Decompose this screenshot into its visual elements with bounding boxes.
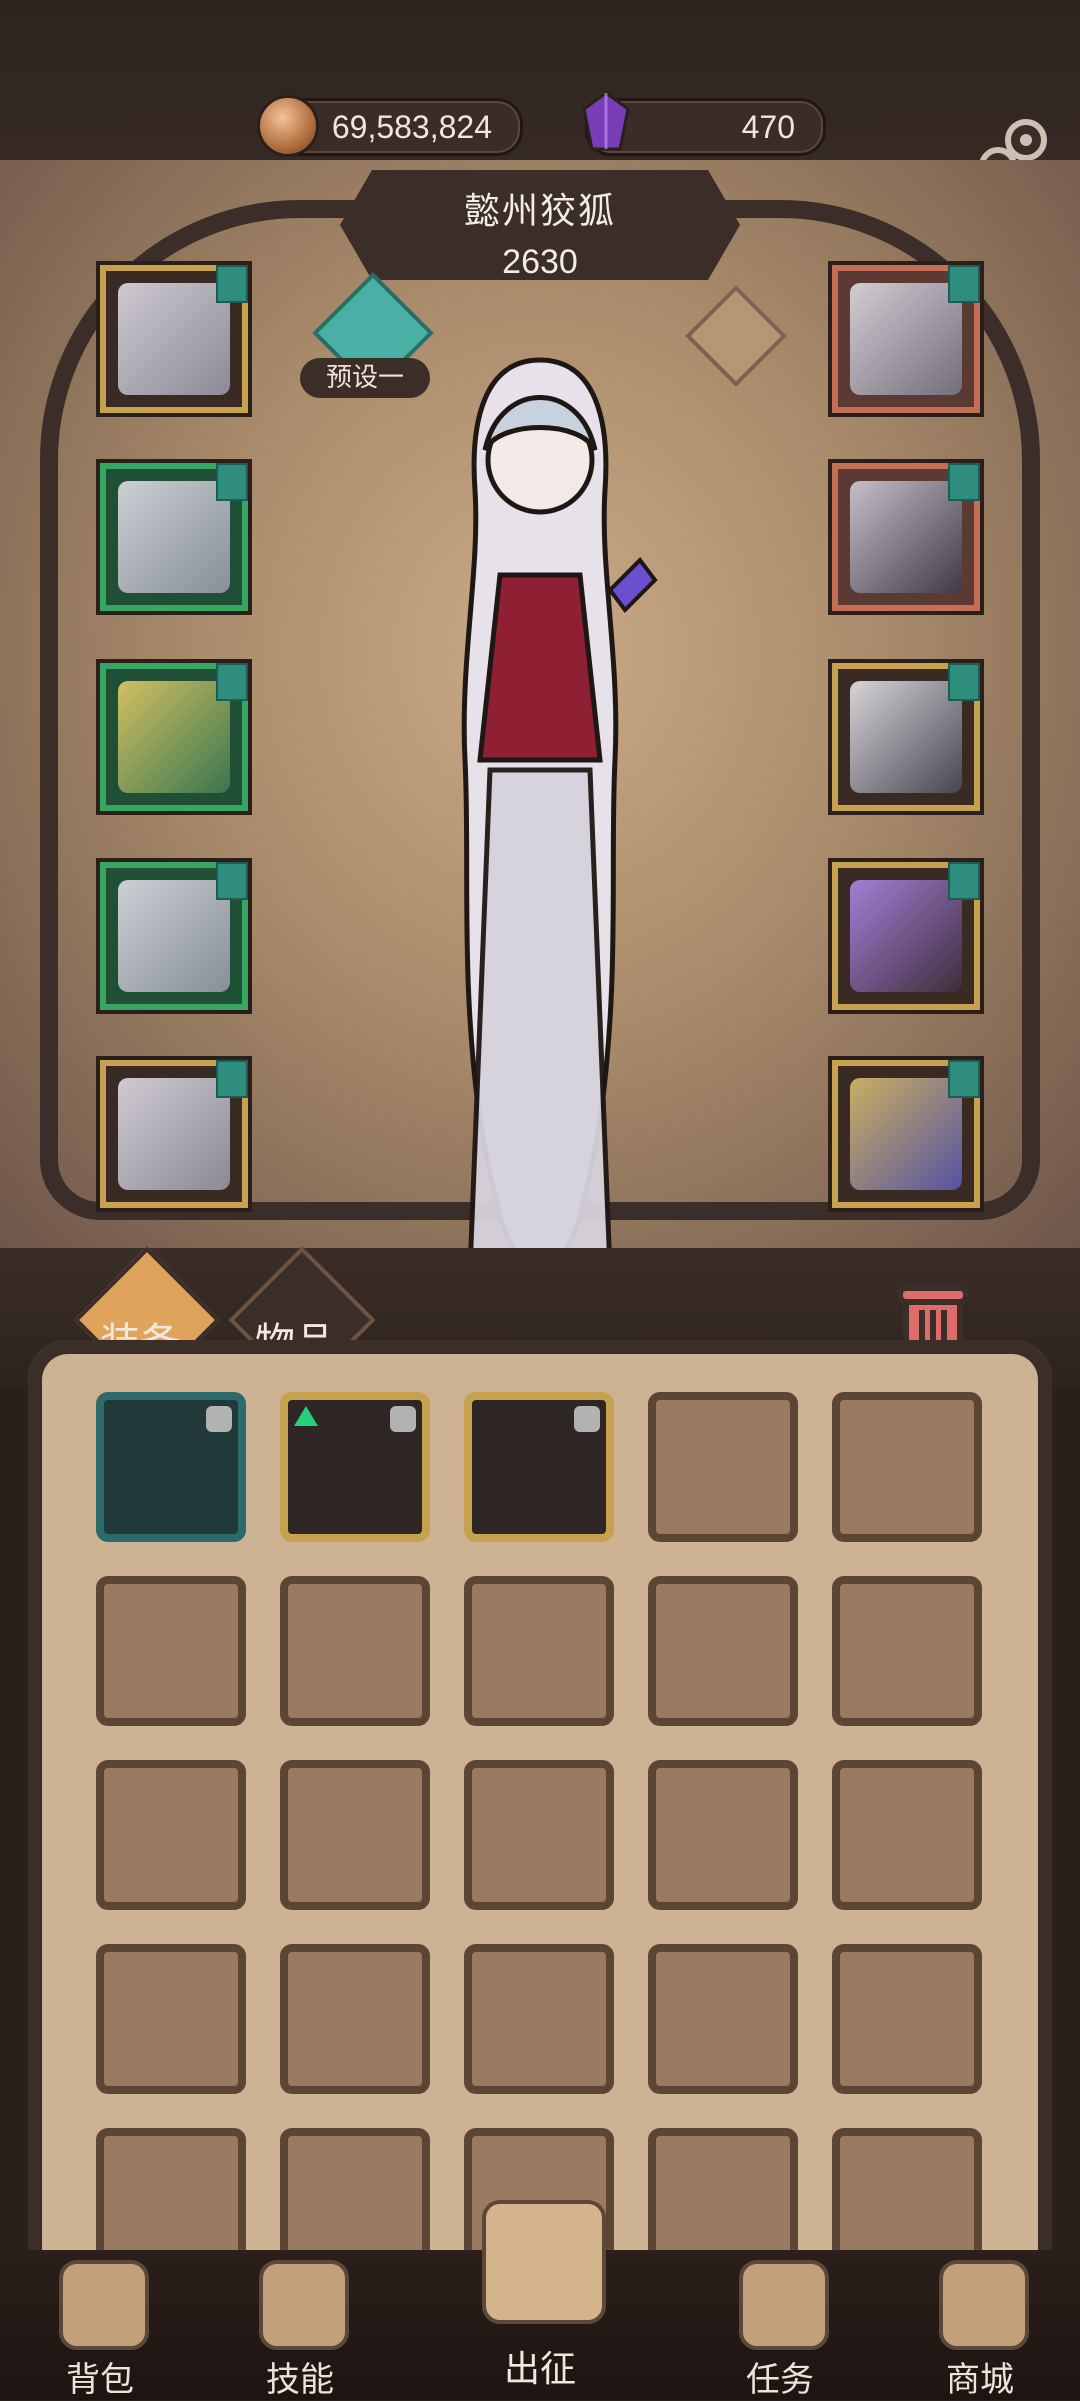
inventory-slot-empty[interactable]: [832, 1392, 982, 1542]
purple-gem-icon: [582, 91, 630, 151]
gold-currency[interactable]: 69,583,824: [257, 95, 523, 157]
nav-tasks-label: 任务: [746, 2360, 814, 2400]
equip-slot-offhand[interactable]: [832, 1060, 980, 1208]
lock-icon: [574, 1406, 600, 1432]
nav-tasks[interactable]: 任务: [695, 2260, 865, 2400]
gold-coin-icon: [257, 95, 319, 157]
nav-skills-label: 技能: [266, 2360, 334, 2400]
inventory-slot-empty[interactable]: [96, 1576, 246, 1726]
inventory-slot-empty[interactable]: [832, 1576, 982, 1726]
spellbook-icon: [850, 1078, 962, 1190]
boots-icon: [118, 1078, 230, 1190]
slot-tag-icon: [948, 663, 980, 701]
slot-tag-icon: [216, 862, 248, 900]
staff-icon: [850, 880, 962, 992]
inventory-slot-empty[interactable]: [464, 1576, 614, 1726]
inventory-slot-empty[interactable]: [832, 1944, 982, 2094]
slot-tag-icon: [948, 1060, 980, 1098]
slot-tag-icon: [216, 265, 248, 303]
helmet-icon: [118, 283, 230, 395]
slot-tag-icon: [216, 1060, 248, 1098]
equip-slot-ring-1[interactable]: [832, 463, 980, 611]
equip-slot-weapon[interactable]: [832, 862, 980, 1010]
equip-slot-emblem[interactable]: [100, 663, 248, 811]
nav-shop-label: 商城: [946, 2360, 1014, 2400]
slot-tag-icon: [948, 265, 980, 303]
inventory-slot-empty[interactable]: [96, 1944, 246, 2094]
inventory-slot[interactable]: [96, 1392, 246, 1542]
equip-slot-helmet[interactable]: [100, 265, 248, 413]
equip-slot-boots[interactable]: [100, 1060, 248, 1208]
gem-currency[interactable]: 470: [582, 91, 826, 156]
shop-crest-icon: [939, 2260, 1029, 2350]
inventory-slot-empty[interactable]: [648, 1576, 798, 1726]
inventory-slot-empty[interactable]: [96, 1760, 246, 1910]
upgrade-arrow-icon: [294, 1406, 318, 1426]
inventory-slot-empty[interactable]: [280, 1576, 430, 1726]
slot-tag-icon: [216, 663, 248, 701]
inventory-slot-empty[interactable]: [464, 1760, 614, 1910]
nav-backpack[interactable]: 背包: [15, 2260, 185, 2400]
equip-slot-armor[interactable]: [100, 463, 248, 611]
nav-expedition-label: 出征: [503, 2349, 576, 2390]
inventory-slot-empty[interactable]: [648, 1392, 798, 1542]
skills-book-icon: [259, 2260, 349, 2350]
emblem-icon: [118, 681, 230, 793]
ring-icon: [850, 681, 962, 793]
character-name: 懿州狡狐: [463, 191, 616, 232]
inventory-slot-empty[interactable]: [464, 1944, 614, 2094]
equip-slot-ring-2[interactable]: [832, 663, 980, 811]
slot-tag-icon: [948, 862, 980, 900]
gem-amount: 470: [741, 109, 795, 145]
equip-slot-necklace[interactable]: [832, 265, 980, 413]
slot-tag-icon: [216, 463, 248, 501]
nav-backpack-label: 背包: [66, 2360, 134, 2400]
equip-slot-legs[interactable]: [100, 862, 248, 1010]
inventory-slot-empty[interactable]: [280, 1944, 430, 2094]
inventory-slot-empty[interactable]: [648, 1944, 798, 2094]
backpack-icon: [59, 2260, 149, 2350]
tasks-scroll-icon: [739, 2260, 829, 2350]
inventory-slot[interactable]: [464, 1392, 614, 1542]
inventory-slot-empty[interactable]: [280, 1760, 430, 1910]
necklace-icon: [850, 283, 962, 395]
nav-expedition[interactable]: 出征: [430, 2180, 650, 2390]
pants-icon: [118, 880, 230, 992]
lock-icon: [206, 1406, 232, 1432]
nav-shop[interactable]: 商城: [895, 2260, 1065, 2400]
inventory-slot[interactable]: [280, 1392, 430, 1542]
lock-icon: [390, 1406, 416, 1432]
character-portrait: [461, 357, 658, 1273]
map-sword-icon: [482, 2200, 606, 2324]
inventory-slot-empty[interactable]: [832, 1760, 982, 1910]
armor-icon: [118, 481, 230, 593]
gold-amount: 69,583,824: [331, 109, 492, 145]
ring-icon: [850, 481, 962, 593]
slot-tag-icon: [948, 463, 980, 501]
nav-skills[interactable]: 技能: [215, 2260, 385, 2400]
inventory-slot-empty[interactable]: [648, 1760, 798, 1910]
